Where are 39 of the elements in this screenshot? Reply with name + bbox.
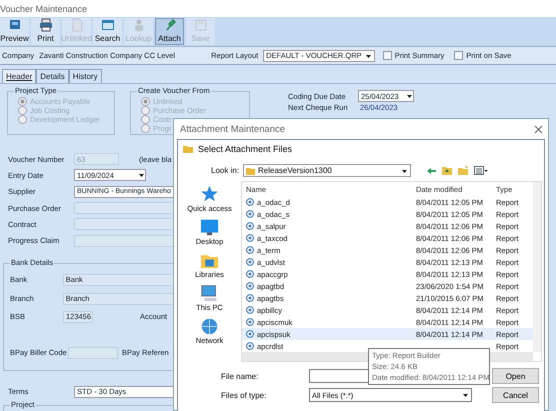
dialog-title: Attachment Maintenance (180, 124, 286, 134)
caret-icon[interactable] (462, 392, 469, 398)
caret-icon[interactable] (401, 168, 408, 174)
text-field[interactable] (68, 346, 118, 359)
checkbox[interactable] (382, 51, 392, 60)
back-arrow-icon[interactable] (427, 166, 436, 174)
printer-icon (38, 18, 52, 32)
star-icon[interactable] (200, 185, 219, 203)
scrollbar[interactable] (533, 182, 541, 352)
preview-icon (8, 18, 22, 32)
toolbar-button[interactable]: Print (31, 18, 60, 45)
view-menu-icon[interactable] (474, 166, 488, 175)
cancel-button[interactable]: Cancel (492, 387, 539, 403)
folder-icon (246, 166, 256, 174)
field-label: Files of type: (221, 390, 268, 400)
network-icon[interactable] (200, 317, 219, 335)
folder-icon (183, 145, 193, 153)
folder-select[interactable]: ReleaseVersion1300 (243, 164, 412, 177)
field-label: File name: (221, 372, 260, 380)
toolbar-button[interactable]: Attach (155, 18, 184, 45)
new-folder-icon[interactable] (458, 166, 468, 175)
close-icon[interactable] (534, 124, 543, 134)
tab[interactable]: Header (2, 69, 36, 83)
window-icon (100, 18, 114, 32)
toolbar-button[interactable]: Preview (0, 18, 29, 45)
folder-up-icon[interactable] (442, 166, 452, 175)
window-title: Voucher Maintenance (0, 0, 556, 17)
monitor-icon[interactable] (200, 218, 219, 236)
toolbar-button[interactable]: Search (93, 18, 122, 45)
field-label: Look in: (211, 166, 240, 175)
dialog-title: Select Attachment Files (198, 144, 292, 154)
open-button[interactable]: Open (492, 368, 539, 384)
tab[interactable]: Details (36, 69, 69, 83)
caret-icon[interactable] (138, 172, 145, 178)
computer-icon[interactable] (200, 284, 219, 302)
caret-icon[interactable] (406, 93, 413, 99)
tab[interactable]: History (68, 69, 102, 83)
caret-icon[interactable] (364, 52, 372, 58)
checkbox[interactable] (454, 51, 464, 60)
